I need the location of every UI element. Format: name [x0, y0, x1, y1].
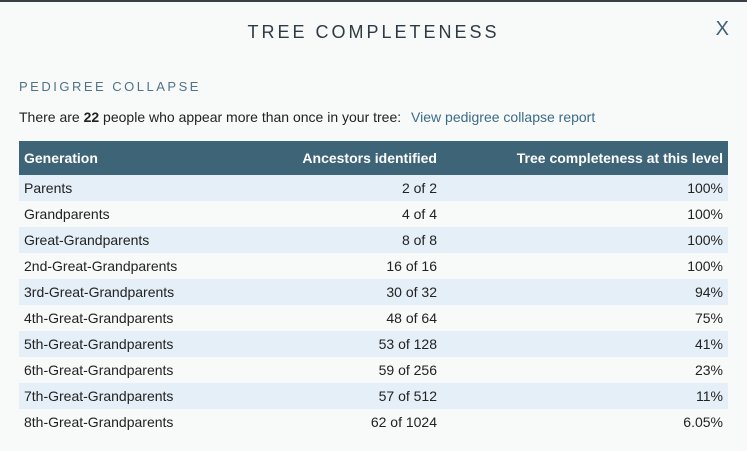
ancestors-cell: 48 of 64: [229, 305, 442, 331]
completeness-cell: 100%: [442, 175, 728, 201]
summary-prefix: There are: [19, 109, 84, 125]
ancestors-cell: 4 of 4: [229, 201, 442, 227]
ancestors-cell: 57 of 512: [229, 383, 442, 409]
completeness-table: Generation Ancestors identified Tree com…: [19, 141, 728, 435]
generation-cell: Parents: [19, 175, 229, 201]
table-row: 5th-Great-Grandparents 53 of 128 41%: [19, 331, 728, 357]
completeness-cell: 100%: [442, 201, 728, 227]
ancestors-cell: 53 of 128: [229, 331, 442, 357]
header-generation: Generation: [19, 141, 229, 175]
generation-cell: 6th-Great-Grandparents: [19, 357, 229, 383]
table-row: Grandparents 4 of 4 100%: [19, 201, 728, 227]
summary-suffix: people who appear more than once in your…: [99, 109, 402, 125]
table-row: Parents 2 of 2 100%: [19, 175, 728, 201]
generation-cell: Great-Grandparents: [19, 227, 229, 253]
completeness-cell: 23%: [442, 357, 728, 383]
completeness-cell: 100%: [442, 227, 728, 253]
table-row: 3rd-Great-Grandparents 30 of 32 94%: [19, 279, 728, 305]
pedigree-collapse-heading: PEDIGREE COLLAPSE: [19, 79, 201, 94]
header-ancestors-identified: Ancestors identified: [229, 141, 442, 175]
ancestors-cell: 16 of 16: [229, 253, 442, 279]
generation-cell: 7th-Great-Grandparents: [19, 383, 229, 409]
table-row: 2nd-Great-Grandparents 16 of 16 100%: [19, 253, 728, 279]
ancestors-cell: 2 of 2: [229, 175, 442, 201]
modal-title: TREE COMPLETENESS: [247, 22, 500, 42]
table-row: 6th-Great-Grandparents 59 of 256 23%: [19, 357, 728, 383]
collapse-count: 22: [83, 109, 100, 125]
table-row: Great-Grandparents 8 of 8 100%: [19, 227, 728, 253]
ancestors-cell: 59 of 256: [229, 357, 442, 383]
generation-cell: 5th-Great-Grandparents: [19, 331, 229, 357]
view-pedigree-collapse-report-link[interactable]: View pedigree collapse report: [411, 109, 595, 125]
generation-cell: Grandparents: [19, 201, 229, 227]
ancestors-cell: 30 of 32: [229, 279, 442, 305]
generation-cell: 8th-Great-Grandparents: [19, 409, 229, 435]
completeness-cell: 6.05%: [442, 409, 728, 435]
ancestors-cell: 62 of 1024: [229, 409, 442, 435]
table-row: 7th-Great-Grandparents 57 of 512 11%: [19, 383, 728, 409]
table-header-row: Generation Ancestors identified Tree com…: [19, 141, 728, 175]
generation-cell: 2nd-Great-Grandparents: [19, 253, 229, 279]
table-row: 8th-Great-Grandparents 62 of 1024 6.05%: [19, 409, 728, 435]
completeness-cell: 94%: [442, 279, 728, 305]
table-row: 4th-Great-Grandparents 48 of 64 75%: [19, 305, 728, 331]
generation-cell: 4th-Great-Grandparents: [19, 305, 229, 331]
header-tree-completeness: Tree completeness at this level: [442, 141, 728, 175]
completeness-cell: 100%: [442, 253, 728, 279]
completeness-cell: 75%: [442, 305, 728, 331]
completeness-cell: 41%: [442, 331, 728, 357]
ancestors-cell: 8 of 8: [229, 227, 442, 253]
pedigree-summary: There are 22 people who appear more than…: [19, 109, 595, 125]
close-button[interactable]: X: [716, 18, 729, 41]
completeness-cell: 11%: [442, 383, 728, 409]
tree-completeness-modal: TREE COMPLETENESS X PEDIGREE COLLAPSE Th…: [0, 2, 747, 451]
generation-cell: 3rd-Great-Grandparents: [19, 279, 229, 305]
